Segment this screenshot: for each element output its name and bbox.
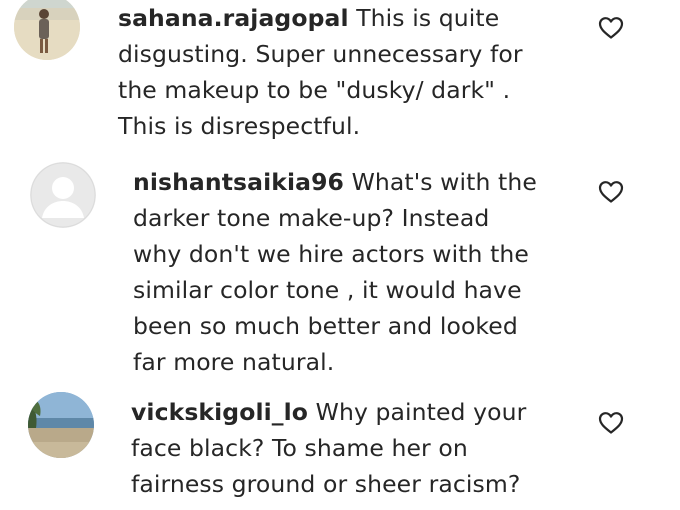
like-heart-icon[interactable] — [598, 180, 624, 204]
avatar[interactable] — [30, 162, 96, 228]
comment-body: This is quite — [356, 4, 500, 32]
comment-username[interactable]: vickskigoli_lo — [131, 398, 308, 426]
like-heart-icon[interactable] — [598, 411, 624, 435]
comment-line: vickskigoli_lo Why painted your — [131, 394, 526, 430]
comment-line: the makeup to be "dusky/ dark" . — [118, 76, 511, 104]
comment-line: sahana.rajagopal This is quite — [118, 0, 523, 36]
avatar[interactable] — [14, 0, 80, 60]
comment-line: fairness ground or sheer racism? — [131, 470, 521, 498]
comment-body: Why painted your — [315, 398, 527, 426]
comment-username[interactable]: sahana.rajagopal — [118, 4, 349, 32]
comment-text: sahana.rajagopal This is quite disgustin… — [118, 0, 523, 144]
comment-text: nishantsaikia96 What's with the darker t… — [133, 164, 537, 380]
comment-line: nishantsaikia96 What's with the — [133, 164, 537, 200]
comment-line: similar color tone , it would have — [133, 276, 522, 304]
like-heart-icon[interactable] — [598, 16, 624, 40]
comment-line: why don't we hire actors with the — [133, 240, 529, 268]
comment-body: What's with the — [351, 168, 537, 196]
comment-line: face black? To shame her on — [131, 434, 468, 462]
comment-text: vickskigoli_lo Why painted your face bla… — [131, 394, 526, 502]
comment-line: far more natural. — [133, 348, 335, 376]
comment-username[interactable]: nishantsaikia96 — [133, 168, 344, 196]
avatar[interactable] — [28, 392, 94, 458]
comment-line: This is disrespectful. — [118, 112, 361, 140]
comment-line: been so much better and looked — [133, 312, 518, 340]
comment-line: darker tone make-up? Instead — [133, 204, 490, 232]
comment-line: disgusting. Super unnecessary for — [118, 40, 523, 68]
